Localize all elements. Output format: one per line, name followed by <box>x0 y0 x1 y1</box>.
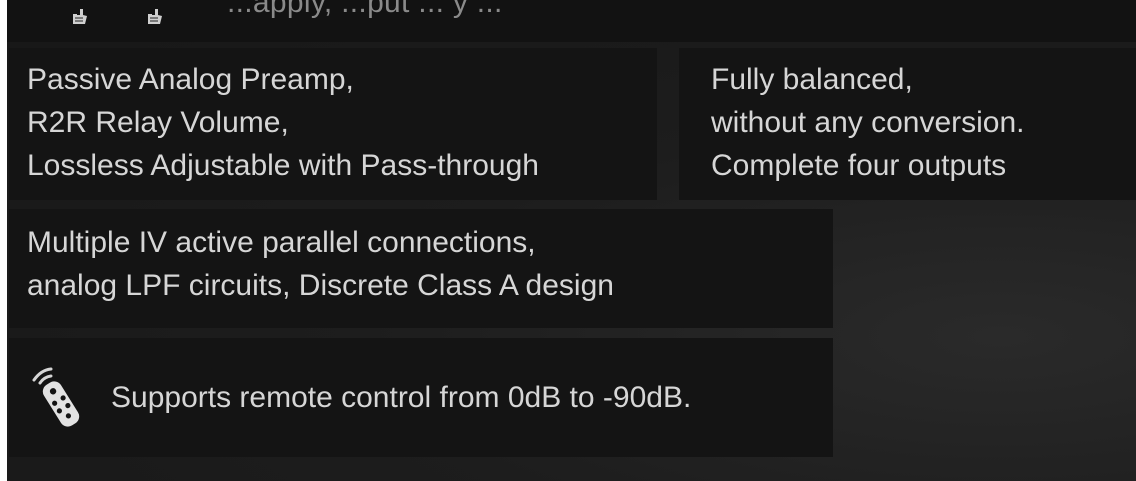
feature-banner: ...apply, ...put ... y ... Passive Analo… <box>7 0 1136 481</box>
feature-line: Lossless Adjustable with Pass-through <box>27 149 539 182</box>
feature-line: Multiple IV active parallel connections, <box>27 226 536 259</box>
feature-panel-remote: Supports remote control from 0dB to -90d… <box>9 338 833 457</box>
hand-pointer-icon <box>73 9 87 24</box>
hand-pointer-icon <box>148 9 162 24</box>
feature-panel-balanced: Fully balanced, without any conversion. … <box>679 48 1136 200</box>
feature-line: Complete four outputs <box>711 149 1007 182</box>
cropped-heading-text: ...apply, ...put ... y ... <box>227 0 503 19</box>
feature-line: R2R Relay Volume, <box>27 106 289 139</box>
top-strip: ...apply, ...put ... y ... <box>7 0 1136 42</box>
feature-panel-preamp: Passive Analog Preamp, R2R Relay Volume,… <box>9 48 657 200</box>
feature-line: Passive Analog Preamp, <box>27 63 354 96</box>
feature-line: analog LPF circuits, Discrete Class A de… <box>27 269 614 302</box>
feature-line: Fully balanced, <box>711 63 913 96</box>
remote-control-icon <box>32 367 80 427</box>
feature-panel-iv: Multiple IV active parallel connections,… <box>9 209 833 328</box>
feature-line: without any conversion. <box>711 106 1025 139</box>
remote-control-text: Supports remote control from 0dB to -90d… <box>111 381 692 414</box>
